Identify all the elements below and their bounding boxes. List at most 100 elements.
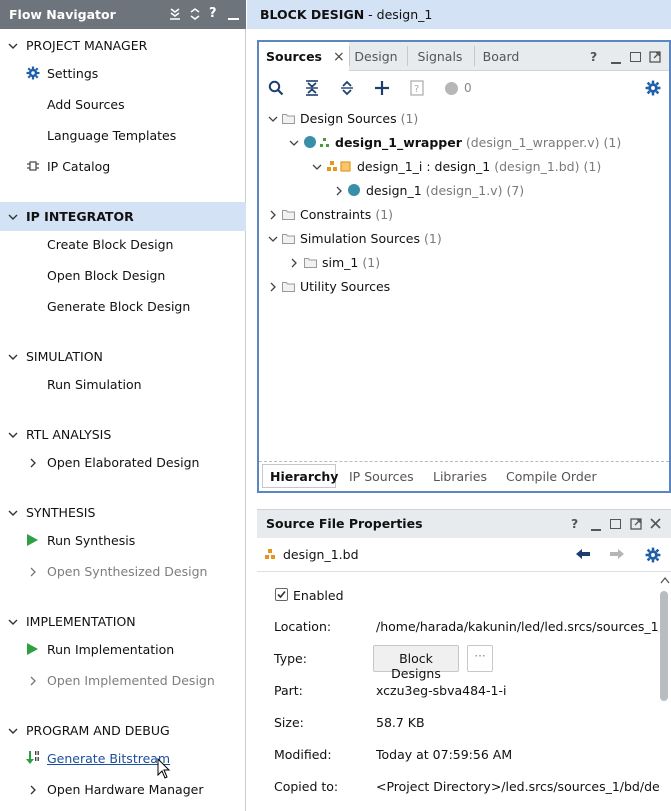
tree-count: (1) — [424, 231, 442, 246]
back-arrow-icon[interactable] — [575, 547, 591, 561]
error-count: 0 — [464, 81, 472, 95]
nav-run-implementation[interactable]: Run Implementation — [47, 642, 174, 657]
scroll-up-icon[interactable] — [660, 576, 670, 584]
chevron-down-icon[interactable] — [268, 234, 278, 244]
expand-all-icon[interactable] — [339, 80, 355, 96]
forward-arrow-icon[interactable] — [609, 547, 625, 561]
nav-generate-block-design[interactable]: Generate Block Design — [47, 299, 190, 314]
nav-run-simulation[interactable]: Run Simulation — [47, 377, 142, 392]
section-synthesis[interactable]: SYNTHESIS — [26, 505, 95, 520]
collapse-all-icon[interactable] — [304, 80, 320, 96]
float-icon[interactable] — [649, 51, 661, 63]
nav-language-templates[interactable]: Language Templates — [47, 128, 176, 143]
minimize-icon[interactable] — [591, 529, 601, 531]
nav-open-synthesized-design[interactable]: Open Synthesized Design — [47, 564, 207, 579]
chevron-down-icon[interactable] — [8, 726, 18, 736]
nav-open-block-design[interactable]: Open Block Design — [47, 268, 165, 283]
chevron-down-icon[interactable] — [312, 162, 322, 172]
tree-count: (1) — [583, 159, 602, 174]
maximize-icon[interactable] — [610, 519, 621, 529]
chevron-down-icon[interactable] — [8, 352, 18, 362]
tree-design-1-wrapper[interactable]: design_1_wrapper (design_1_wrapper.v) (1… — [335, 135, 621, 150]
tree-design-sources[interactable]: Design Sources (1) — [300, 111, 418, 126]
tree-design-1-instance[interactable]: design_1_i : design_1 (design_1.bd) (1) — [357, 159, 601, 174]
chevron-right-icon[interactable] — [268, 210, 278, 220]
nav-open-hardware-manager[interactable]: Open Hardware Manager — [47, 782, 203, 797]
chevron-down-icon[interactable] — [8, 41, 18, 51]
float-icon[interactable] — [630, 518, 642, 530]
flow-navigator — [0, 0, 246, 811]
chevron-right-icon[interactable] — [28, 785, 38, 795]
tree-simulation-sources[interactable]: Simulation Sources (1) — [300, 231, 442, 246]
gear-icon[interactable] — [645, 80, 661, 96]
size-label: Size: — [274, 715, 304, 730]
tree-label: Design Sources — [300, 111, 397, 126]
search-icon[interactable] — [268, 80, 284, 96]
tab-close-icon[interactable]: × — [333, 49, 345, 65]
section-implementation[interactable]: IMPLEMENTATION — [26, 614, 136, 629]
block-design-icon — [326, 160, 352, 173]
nav-open-elaborated-design[interactable]: Open Elaborated Design — [47, 455, 199, 470]
chevron-down-icon[interactable] — [8, 617, 18, 627]
chevron-down-icon[interactable] — [8, 430, 18, 440]
nav-settings[interactable]: Settings — [47, 66, 98, 81]
tab-signals[interactable]: Signals — [410, 42, 470, 71]
section-program-and-debug[interactable]: PROGRAM AND DEBUG — [26, 723, 170, 738]
add-sources-icon[interactable] — [374, 80, 390, 96]
tab-hierarchy[interactable]: Hierarchy — [262, 464, 338, 488]
enabled-checkbox[interactable] — [275, 588, 288, 601]
section-rtl-analysis[interactable]: RTL ANALYSIS — [26, 427, 111, 442]
properties-icon[interactable]: ? — [410, 80, 424, 96]
mouse-cursor-icon — [157, 758, 171, 780]
enabled-label: Enabled — [293, 588, 344, 603]
tree-file: (design_1.bd) — [494, 159, 580, 174]
nav-generate-bitstream[interactable]: Generate Bitstream — [47, 751, 170, 766]
tree-sim-1[interactable]: sim_1 (1) — [322, 255, 380, 270]
help-icon[interactable]: ? — [209, 6, 217, 21]
chevron-right-icon[interactable] — [28, 676, 38, 686]
help-icon[interactable]: ? — [571, 516, 578, 531]
section-project-manager[interactable]: PROJECT MANAGER — [26, 38, 147, 53]
scrollbar-thumb[interactable] — [660, 591, 668, 701]
chevron-down-icon[interactable] — [268, 114, 278, 124]
tab-compile-order[interactable]: Compile Order — [506, 469, 597, 484]
tab-design[interactable]: Design — [350, 42, 402, 71]
tab-ip-sources[interactable]: IP Sources — [349, 469, 414, 484]
tree-file: (design_1.v) — [425, 183, 503, 198]
chevron-right-icon[interactable] — [289, 258, 299, 268]
nav-create-block-design[interactable]: Create Block Design — [47, 237, 173, 252]
nav-run-synthesis[interactable]: Run Synthesis — [47, 533, 135, 548]
tree-constraints[interactable]: Constraints (1) — [300, 207, 393, 222]
minimize-icon[interactable] — [228, 18, 239, 20]
tab-board[interactable]: Board — [476, 42, 526, 71]
nav-ip-catalog[interactable]: IP Catalog — [47, 159, 110, 174]
chevron-right-icon[interactable] — [334, 186, 344, 196]
tree-utility-sources[interactable]: Utility Sources — [300, 279, 390, 294]
section-ip-integrator[interactable]: IP INTEGRATOR — [26, 209, 134, 224]
minimize-icon[interactable] — [611, 62, 621, 64]
section-simulation[interactable]: SIMULATION — [26, 349, 103, 364]
tab-sources-label: Sources — [266, 49, 322, 64]
ip-catalog-icon — [26, 159, 40, 173]
tree-design-1[interactable]: design_1 (design_1.v) (7) — [366, 183, 524, 198]
maximize-icon[interactable] — [630, 52, 641, 62]
tab-libraries[interactable]: Libraries — [433, 469, 487, 484]
nav-open-implemented-design[interactable]: Open Implemented Design — [47, 673, 215, 688]
chevron-right-icon[interactable] — [268, 282, 278, 292]
collapse-all-icon[interactable] — [168, 7, 182, 21]
chevron-down-icon[interactable] — [8, 212, 18, 222]
type-block-designs-button[interactable]: Block Designs — [373, 645, 459, 681]
expand-all-icon[interactable] — [188, 7, 202, 21]
tree-label: Simulation Sources — [300, 231, 421, 246]
close-icon[interactable] — [650, 518, 661, 529]
gear-icon[interactable] — [645, 547, 661, 563]
chevron-down-icon[interactable] — [289, 138, 299, 148]
nav-add-sources[interactable]: Add Sources — [47, 97, 125, 112]
chevron-right-icon[interactable] — [28, 458, 38, 468]
chevron-right-icon[interactable] — [28, 567, 38, 577]
type-more-button[interactable]: ··· — [467, 645, 493, 672]
copied-to-label: Copied to: — [274, 779, 339, 794]
chevron-down-icon[interactable] — [8, 508, 18, 518]
help-icon[interactable]: ? — [590, 49, 597, 64]
tab-separator — [407, 46, 408, 66]
